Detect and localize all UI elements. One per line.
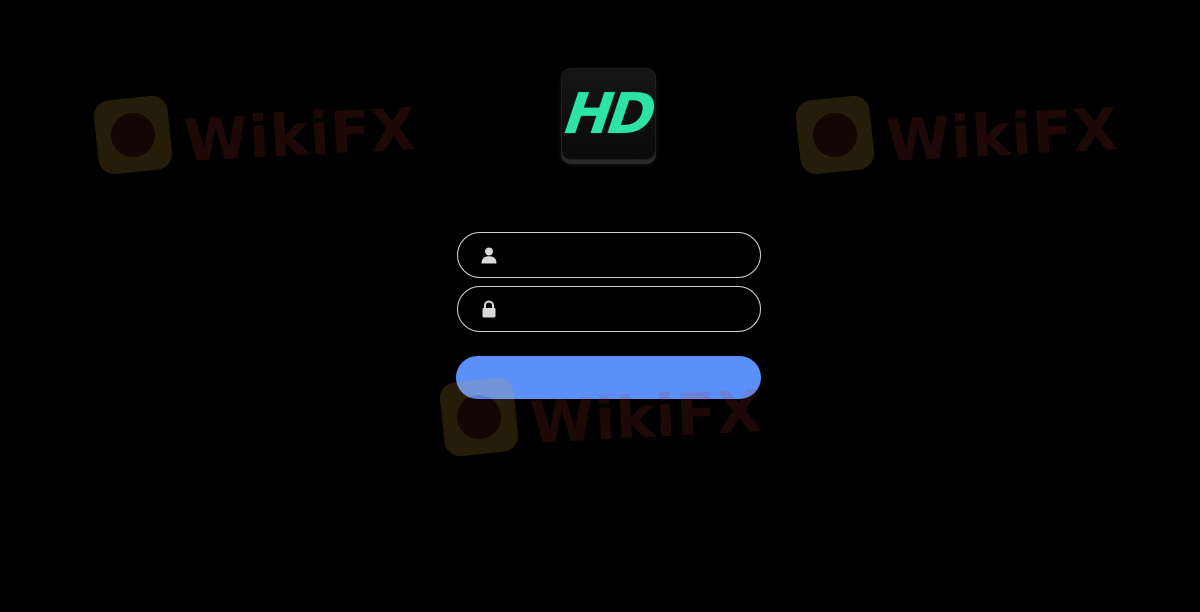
user-icon: [479, 245, 499, 265]
password-input[interactable]: [499, 287, 760, 331]
lock-icon: [479, 299, 499, 319]
password-field[interactable]: [457, 286, 761, 332]
watermark: WikiFX: [92, 94, 423, 176]
watermark-text: WikiFX: [884, 94, 1121, 176]
username-field[interactable]: [457, 232, 761, 278]
watermark: WikiFX: [794, 94, 1125, 176]
app-logo: HD: [561, 68, 656, 160]
watermark-text: WikiFX: [182, 94, 419, 176]
login-screen: WikiFX WikiFX HD WikiFX: [0, 0, 1200, 612]
wikifx-badge-icon: [794, 94, 876, 176]
login-button[interactable]: [456, 356, 761, 399]
username-input[interactable]: [499, 233, 760, 277]
logo-text: HD: [561, 82, 656, 147]
wikifx-badge-icon: [92, 94, 174, 176]
